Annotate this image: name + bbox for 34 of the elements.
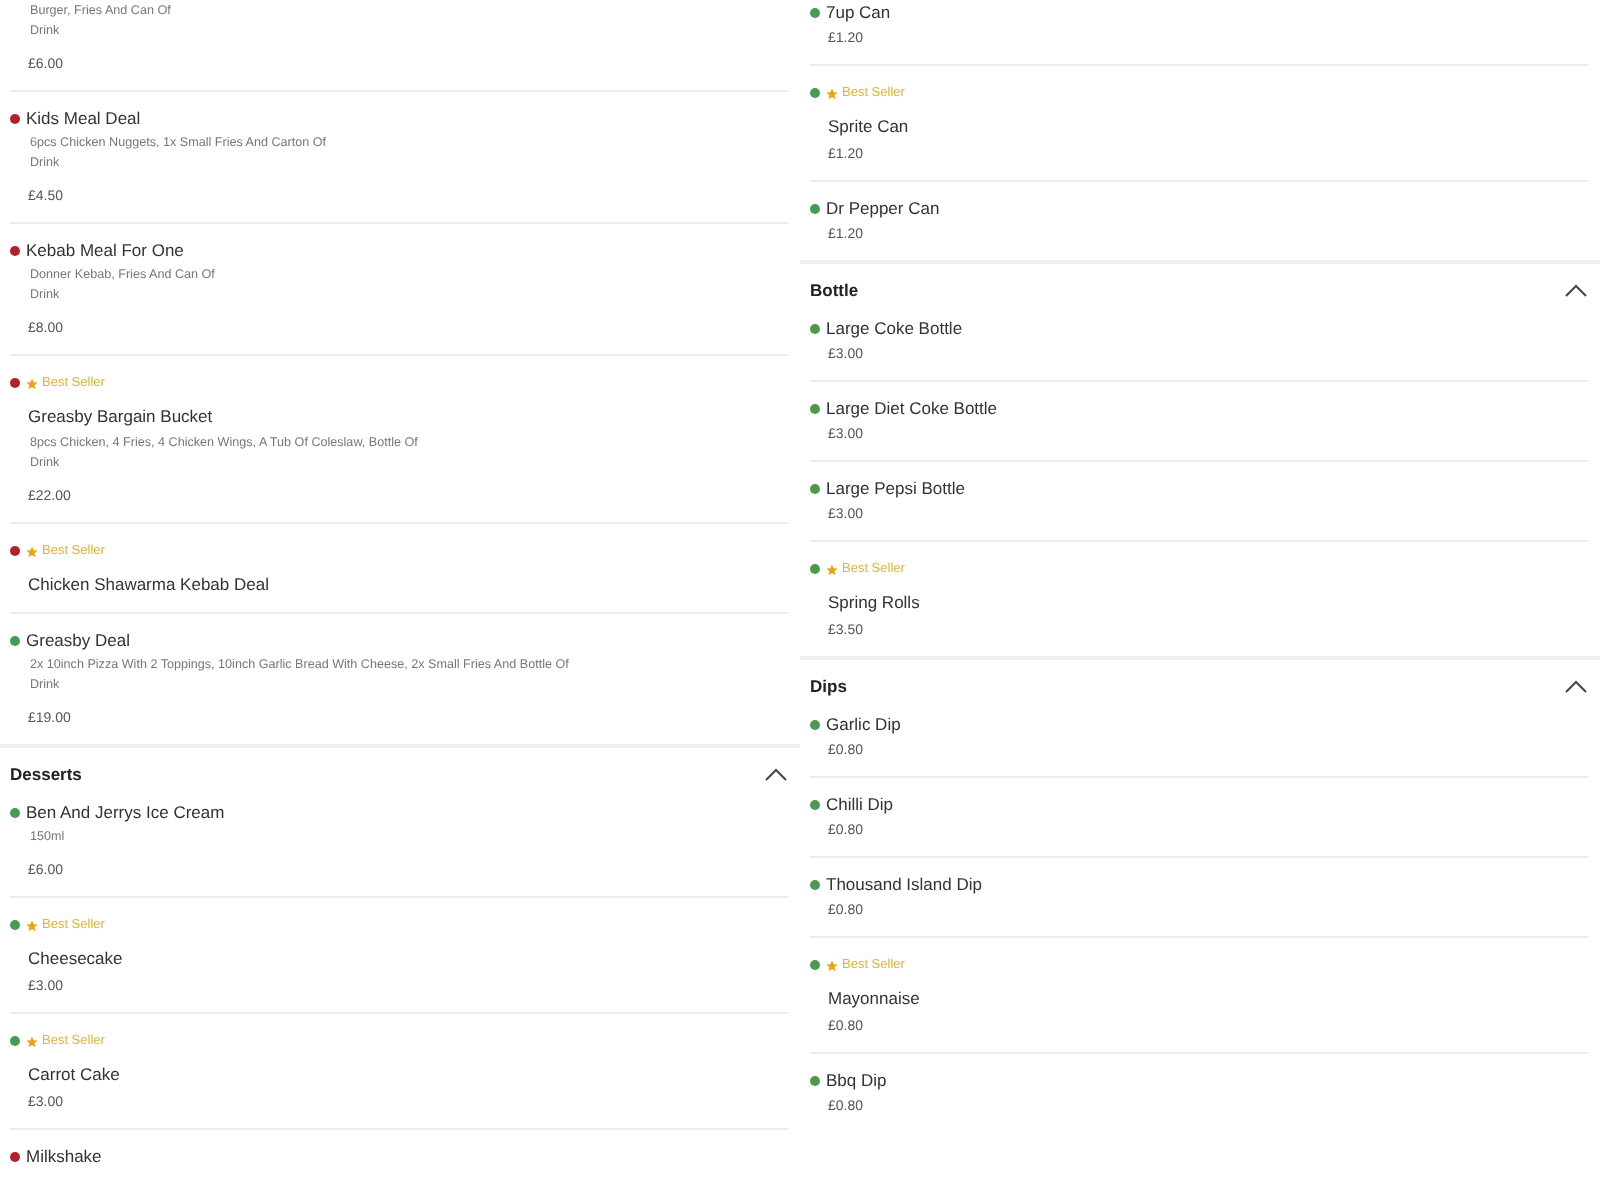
item-name[interactable]: Large Diet Coke Bottle [826, 396, 998, 422]
section-heading: Bottle [810, 280, 859, 300]
section-heading: Desserts [10, 764, 82, 784]
star-icon [26, 919, 38, 931]
item-name[interactable]: Mayonnaise [828, 988, 920, 1008]
item-name[interactable]: Large Pepsi Bottle [826, 476, 965, 502]
item-name[interactable]: Kebab Meal For One [26, 238, 184, 264]
item-name[interactable]: Spring Rolls [828, 592, 920, 612]
star-icon [826, 87, 838, 99]
star-icon [26, 545, 38, 557]
star-icon [826, 959, 838, 971]
item-name[interactable]: Dr Pepper Can [826, 196, 940, 222]
item-name[interactable]: Chilli Dip [826, 792, 894, 818]
item-name[interactable]: Greasby Bargain Bucket [28, 406, 213, 426]
star-icon [26, 1035, 38, 1047]
star-icon [26, 377, 38, 389]
chevron-up-icon[interactable] [1564, 283, 1588, 297]
chevron-up-icon[interactable] [764, 767, 788, 781]
item-name[interactable]: Bbq Dip [826, 1068, 887, 1094]
star-icon [826, 563, 838, 575]
item-name[interactable]: Carrot Cake [28, 1064, 120, 1084]
item-name[interactable]: Large Coke Bottle [826, 316, 963, 342]
item-name[interactable]: Ben And Jerrys Ice Cream [26, 800, 225, 826]
section-heading: Dips [810, 676, 847, 696]
item-name[interactable]: Sprite Can [828, 116, 909, 136]
item-name[interactable]: Kids Meal Deal [26, 106, 141, 132]
chevron-up-icon[interactable] [1564, 679, 1588, 693]
item-name[interactable]: Garlic Dip [826, 712, 901, 738]
item-name[interactable]: Thousand Island Dip [826, 872, 982, 898]
item-name[interactable]: Greasby Deal [26, 628, 130, 654]
item-name[interactable]: 7up Can [826, 0, 891, 26]
item-name[interactable]: Cheesecake [28, 948, 123, 968]
item-name[interactable]: Milkshake [26, 1144, 102, 1170]
item-name[interactable]: Chicken Shawarma Kebab Deal [28, 574, 269, 594]
